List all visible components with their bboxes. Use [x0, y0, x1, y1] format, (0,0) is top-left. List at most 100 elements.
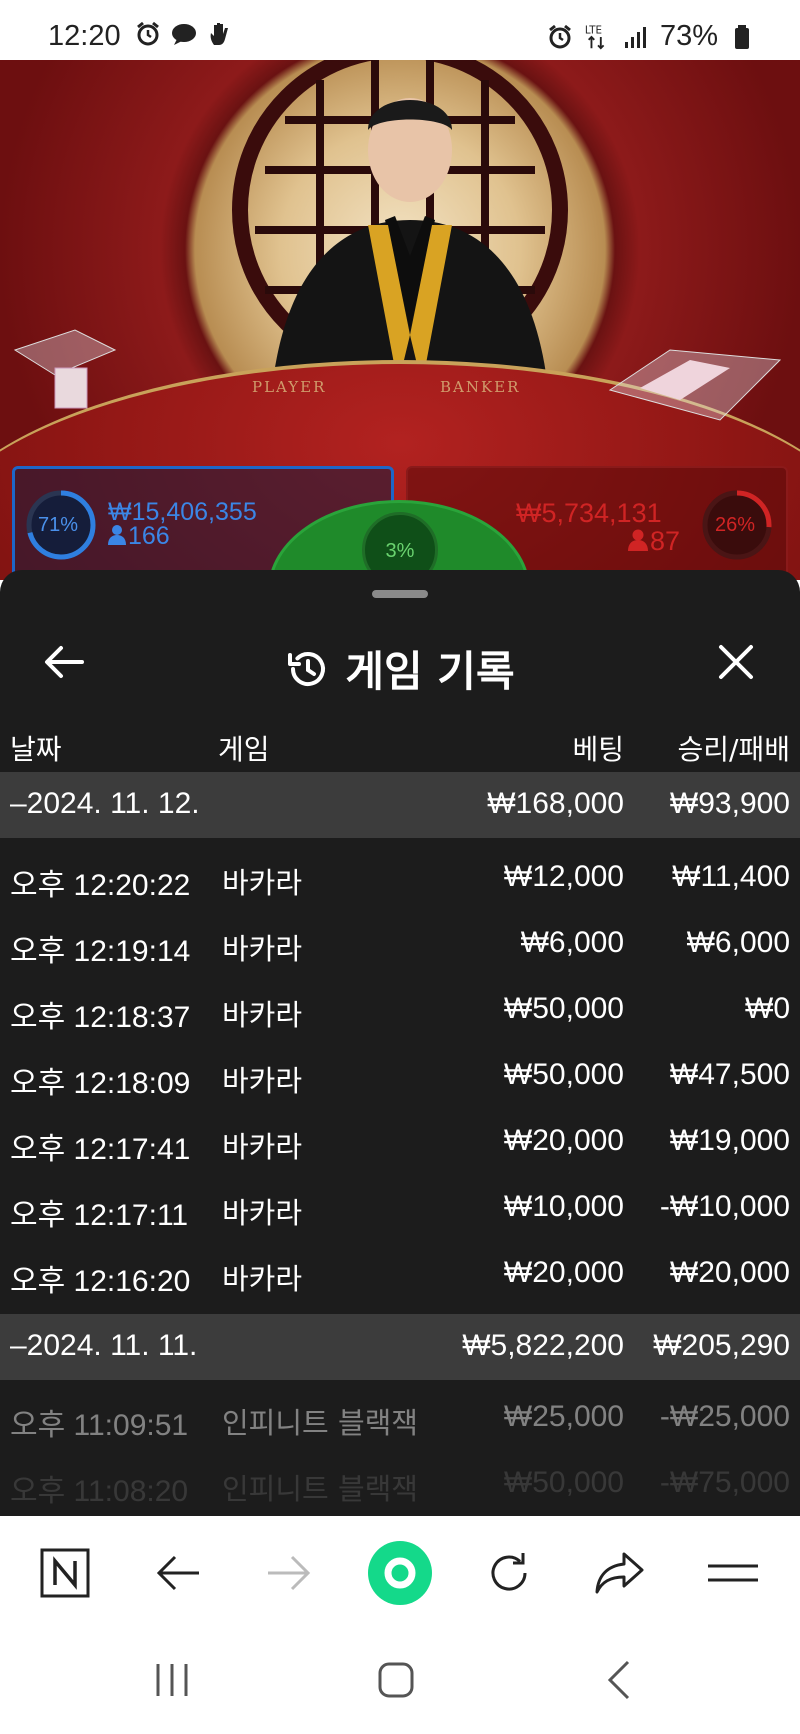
group-result-total: ₩205,290 [653, 1329, 790, 1362]
date-group-row[interactable]: –2024. 11. 12. ₩168,000 ₩93,900 [0, 772, 800, 838]
battery-icon [728, 23, 756, 51]
menu-button[interactable] [698, 1538, 768, 1608]
group-bet-total: ₩5,822,200 [462, 1329, 624, 1362]
row-bet: ₩12,000 [503, 860, 624, 893]
forward-arrow-icon [268, 1555, 311, 1591]
back-icon [607, 1660, 630, 1700]
browser-back-button[interactable] [143, 1538, 213, 1608]
sheet-header: 게임 기록 [0, 610, 800, 710]
history-icon [288, 651, 326, 686]
banker-bettor-count: 87 [650, 526, 681, 556]
row-result: ₩6,000 [686, 926, 790, 959]
chat-icon [170, 20, 198, 48]
row-game: 바카라 [222, 998, 303, 1032]
sheet-title: 게임 기록 [345, 647, 515, 696]
group-result-total: ₩93,900 [669, 787, 790, 820]
row-game: 바카라 [222, 1130, 303, 1164]
recent-apps-icon [156, 1664, 188, 1696]
status-bar: 12:20 LTE 73% [0, 0, 800, 60]
alarm-icon [546, 23, 574, 51]
table-row[interactable]: 오후 11:09:51 인피니트 블랙잭 ₩25,000 -₩25,000 [0, 1384, 800, 1450]
row-time: 오후 12:16:20 [10, 1265, 191, 1298]
table-row[interactable]: 오후 12:17:11 바카라 ₩10,000 -₩10,000 [0, 1174, 800, 1240]
row-bet: ₩10,000 [503, 1190, 624, 1223]
naver-home-button[interactable] [30, 1538, 100, 1608]
signal-icon [622, 23, 650, 51]
system-back-button[interactable] [590, 1650, 650, 1710]
green-dot-button[interactable] [365, 1538, 435, 1608]
sheet-drag-handle[interactable] [372, 590, 428, 598]
table-row[interactable]: 오후 12:17:41 바카라 ₩20,000 ₩19,000 [0, 1108, 800, 1174]
row-result: ₩20,000 [669, 1256, 790, 1289]
column-date: 날짜 [10, 733, 62, 766]
table-row[interactable]: 오후 12:18:37 바카라 ₩50,000 ₩0 [0, 976, 800, 1042]
table-row[interactable]: 오후 11:08:20 인피니트 블랙잭 ₩50,000 -₩75,000 [0, 1450, 800, 1516]
group-bet-total: ₩168,000 [487, 787, 624, 820]
close-icon [719, 645, 753, 679]
row-game: 인피니트 블랙잭 [222, 1472, 418, 1506]
row-result: ₩47,500 [669, 1058, 790, 1091]
browser-forward-button[interactable] [254, 1538, 324, 1608]
row-time: 오후 11:09:51 [10, 1409, 189, 1442]
system-nav-bar [0, 1628, 800, 1734]
row-game: 바카라 [222, 1262, 303, 1296]
battery-percent: 73% [659, 20, 718, 52]
row-result: -₩25,000 [659, 1400, 790, 1433]
player-percent: 71% [38, 514, 79, 536]
date-group-row[interactable]: –2024. 11. 11. ₩5,822,200 ₩205,290 [0, 1314, 800, 1380]
column-bet: 베팅 [572, 733, 624, 766]
person-icon [108, 524, 126, 550]
row-time: 오후 12:17:11 [10, 1199, 189, 1232]
player-area-label: PLAYER [252, 378, 327, 396]
row-time: 오후 12:18:09 [10, 1067, 191, 1100]
share-button[interactable] [585, 1538, 655, 1608]
player-bettor-count: 166 [128, 522, 170, 550]
close-button[interactable] [712, 638, 760, 686]
row-bet: ₩50,000 [503, 1058, 624, 1091]
person-icon [628, 528, 648, 556]
row-result: ₩11,400 [672, 860, 790, 893]
row-bet: ₩50,000 [503, 992, 624, 1025]
row-bet: ₩6,000 [520, 926, 624, 959]
row-time: 오후 12:20:22 [10, 869, 191, 902]
row-time: 오후 12:19:14 [10, 935, 191, 968]
refresh-button[interactable] [474, 1538, 544, 1608]
svg-text:LTE: LTE [585, 24, 602, 36]
share-icon [595, 1552, 644, 1594]
home-button[interactable] [366, 1650, 426, 1710]
row-time: 오후 11:08:20 [10, 1475, 189, 1508]
refresh-icon [491, 1553, 527, 1591]
row-game: 바카라 [222, 1196, 303, 1230]
row-bet: ₩20,000 [503, 1124, 624, 1157]
recent-apps-button[interactable] [142, 1650, 202, 1710]
banker-bet-amount: ₩5,734,131 [516, 498, 662, 528]
table-row[interactable]: 오후 12:20:22 바카라 ₩12,000 ₩11,400 [0, 844, 800, 910]
back-arrow-icon [156, 1555, 199, 1591]
menu-icon [708, 1564, 758, 1582]
table-row[interactable]: 오후 12:16:20 바카라 ₩20,000 ₩20,000 [0, 1240, 800, 1306]
row-time: 오후 12:17:41 [10, 1133, 191, 1166]
table-row[interactable]: 오후 12:18:09 바카라 ₩50,000 ₩47,500 [0, 1042, 800, 1108]
table-header: 날짜 게임 베팅 승리/패배 [0, 718, 800, 778]
column-result: 승리/패배 [677, 733, 790, 766]
home-icon [378, 1662, 414, 1698]
banker-percent: 26% [715, 514, 756, 536]
status-time: 12:20 [48, 20, 121, 52]
column-game: 게임 [218, 733, 270, 766]
row-bet: ₩50,000 [503, 1466, 624, 1499]
browser-toolbar [0, 1516, 800, 1628]
banker-area-label: BANKER [440, 378, 521, 396]
row-result: ₩0 [745, 992, 790, 1025]
row-result: ₩19,000 [669, 1124, 790, 1157]
lte-icon: LTE [584, 23, 612, 51]
game-history-sheet: 게임 기록 날짜 게임 베팅 승리/패배 –2024. 11. 12. ₩168… [0, 570, 800, 1516]
naver-home-icon [40, 1548, 90, 1598]
alarm-icon [134, 20, 162, 48]
row-game: 바카라 [222, 1064, 303, 1098]
table-row[interactable]: 오후 12:19:14 바카라 ₩6,000 ₩6,000 [0, 910, 800, 976]
row-game: 바카라 [222, 866, 303, 900]
row-result: -₩75,000 [659, 1466, 790, 1499]
card-shoe [608, 349, 782, 421]
group-date: –2024. 11. 11. [10, 1329, 198, 1362]
row-game: 인피니트 블랙잭 [222, 1406, 418, 1440]
